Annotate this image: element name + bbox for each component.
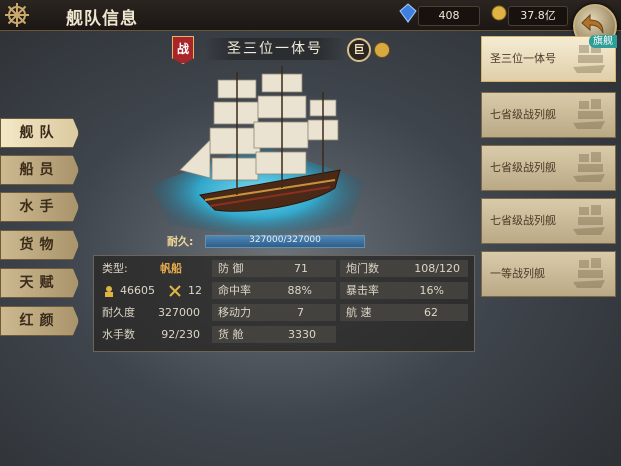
stat-swords-value: 12 — [188, 284, 202, 297]
stat-accuracy: 命中率 88% — [212, 282, 336, 299]
stat-guns-label: 炮门数 — [346, 262, 379, 275]
swap-ship-icon[interactable] — [374, 42, 390, 58]
stat-accuracy-label: 命中率 — [218, 284, 251, 297]
durability-label: 耐久: — [167, 235, 194, 248]
stat-speed-value: 62 — [424, 306, 438, 319]
top-bar: 舰队信息 408 37.8亿 — [0, 0, 621, 31]
gem-counter: 408 — [418, 6, 480, 26]
fleet-ship-name: 圣三位一体号 — [490, 52, 556, 65]
tab-cargo[interactable]: 货物 — [0, 230, 79, 260]
stat-accuracy-value: 88% — [287, 284, 312, 297]
stat-durability-value: 327000 — [158, 306, 200, 319]
fleet-ship-card[interactable]: 一等战列舰 — [481, 251, 616, 297]
fleet-ship-card[interactable]: 七省级战列舰 — [481, 145, 616, 191]
stat-mobility-value: 7 — [297, 306, 304, 319]
stat-durability: 耐久度 327000 — [96, 304, 208, 321]
ship-thumbnail-icon — [573, 258, 605, 288]
crossed-swords-icon — [169, 285, 181, 297]
stat-cargo-label: 货 舱 — [218, 328, 244, 341]
stat-speed-label: 航 速 — [346, 306, 372, 319]
stat-defense-label: 防 御 — [218, 262, 244, 275]
fleet-ship-card[interactable]: 圣三位一体号 旗舰 — [481, 35, 617, 82]
fleet-ship-card[interactable]: 七省级战列舰 — [481, 92, 616, 138]
stat-sailors-value: 92/230 — [161, 328, 200, 341]
stat-guns: 炮门数 108/120 — [340, 260, 468, 277]
stat-mobility-label: 移动力 — [218, 306, 251, 319]
stat-mobility: 移动力 7 — [212, 304, 336, 321]
tab-beauty[interactable]: 红颜 — [0, 306, 79, 336]
stat-sailors: 水手数 92/230 — [96, 326, 208, 343]
ship-model-view — [150, 66, 365, 238]
stat-durability-label: 耐久度 — [102, 306, 135, 319]
stat-cargo: 货 舱 3330 — [212, 326, 336, 343]
stat-guns-value: 108/120 — [414, 262, 460, 275]
ship-thumbnail-icon — [573, 99, 605, 129]
fleet-ship-name: 七省级战列舰 — [490, 108, 556, 121]
fleet-ship-name: 七省级战列舰 — [490, 214, 556, 227]
stat-speed: 航 速 62 — [340, 304, 468, 321]
stat-cargo-value: 3330 — [288, 328, 316, 341]
stat-troops-value: 46605 — [120, 284, 155, 297]
tab-sailors[interactable]: 水手 — [0, 192, 79, 222]
flagship-tag: 旗舰 — [589, 35, 617, 48]
ship-thumbnail-icon — [573, 152, 605, 182]
stat-type-value: 帆船 — [160, 262, 182, 275]
ship-name: 圣三位一体号 — [205, 38, 345, 60]
fleet-ship-name: 七省级战列舰 — [490, 161, 556, 174]
stat-defense-value: 71 — [294, 262, 308, 275]
ship-stats-panel: 类型: 帆船 46605 12 耐久度 327000 水手数 92/230 防 … — [93, 255, 475, 352]
back-arrow-icon — [581, 13, 604, 34]
troops-icon — [105, 286, 113, 297]
gold-counter: 37.8亿 — [508, 6, 568, 26]
stat-type-label: 类型: — [102, 262, 128, 275]
durability-bar: 327000/327000 — [205, 235, 365, 248]
fleet-ship-card[interactable]: 七省级战列舰 — [481, 198, 616, 244]
stat-troops-swords: 46605 12 — [96, 282, 208, 299]
stat-defense: 防 御 71 — [212, 260, 336, 277]
tab-crew[interactable]: 船员 — [0, 155, 79, 185]
ship-thumbnail-icon — [573, 205, 605, 235]
gem-icon — [399, 3, 417, 23]
stat-crit-value: 16% — [419, 284, 444, 297]
tab-fleet[interactable]: 舰队 — [0, 118, 79, 148]
ship-wheel-icon — [5, 3, 29, 27]
durability-value: 327000/327000 — [249, 235, 321, 245]
ship-size-badge: 巨 — [347, 38, 371, 62]
tab-talent[interactable]: 天赋 — [0, 268, 79, 298]
page-title: 舰队信息 — [66, 9, 138, 29]
stat-crit: 暴击率 16% — [340, 282, 468, 299]
fleet-ship-name: 一等战列舰 — [490, 267, 545, 280]
stat-type: 类型: 帆船 — [96, 260, 208, 277]
stat-sailors-label: 水手数 — [102, 328, 135, 341]
stat-crit-label: 暴击率 — [346, 284, 379, 297]
gold-coin-icon — [491, 5, 507, 21]
